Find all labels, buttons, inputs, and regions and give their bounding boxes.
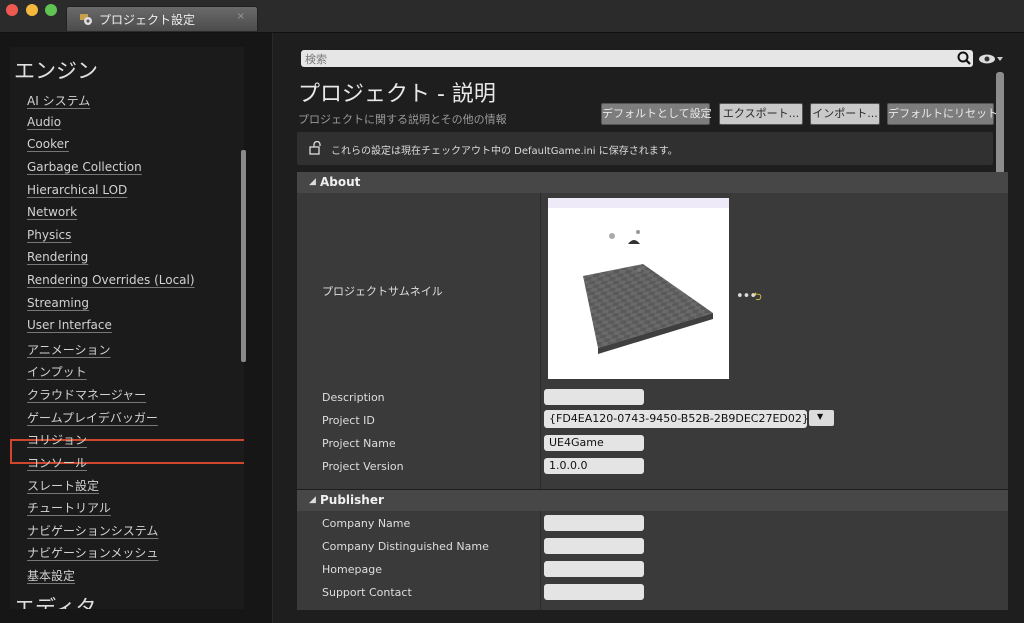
sidebar-item-ai-system[interactable]: AI システム (27, 92, 90, 109)
sidebar-list: エンジン AI システム Audio Cooker Garbage Collec… (10, 47, 244, 609)
homepage-field[interactable] (544, 561, 644, 577)
sidebar-item-input[interactable]: インプット (27, 363, 87, 380)
settings-gear-icon (80, 14, 92, 25)
sidebar-item-garbage-collection[interactable]: Garbage Collection (27, 160, 142, 174)
project-id-label: Project ID (322, 414, 375, 427)
settings-main-panel: 検索 プロジェクト - 説明 プロジェクトに関する説明とその他の情報 デフォルト… (273, 33, 1024, 623)
sidebar-item-physics[interactable]: Physics (27, 228, 71, 242)
reset-arrow-icon[interactable]: ⮌ (753, 288, 762, 307)
section-title-about: About (320, 175, 361, 189)
project-name-field[interactable]: UE4Game (544, 435, 644, 451)
sidebar-item-audio[interactable]: Audio (27, 115, 61, 129)
project-name-label: Project Name (322, 437, 396, 450)
view-options-eye-icon[interactable] (978, 52, 1004, 66)
company-name-label: Company Name (322, 517, 411, 530)
category-engine-heading: エンジン (14, 59, 98, 83)
search-icon[interactable] (957, 51, 971, 65)
notice-text: これらの設定は現在チェックアウト中の DefaultGame.ini に保存され… (331, 146, 678, 157)
project-id-dropdown[interactable]: ▼ (809, 410, 834, 426)
company-name-field[interactable] (544, 515, 644, 531)
description-label: Description (322, 391, 385, 404)
set-as-default-button[interactable]: デフォルトとして設定 (601, 103, 712, 125)
close-window-button[interactable] (6, 4, 18, 16)
tab-project-settings[interactable]: プロジェクト設定 × (66, 6, 258, 31)
search-input[interactable]: 検索 (301, 50, 973, 67)
sidebar-item-navigation-mesh[interactable]: ナビゲーションメッシュ (27, 544, 158, 561)
company-distinguished-name-label: Company Distinguished Name (322, 540, 489, 553)
sidebar-item-streaming[interactable]: Streaming (27, 296, 89, 310)
category-editor-heading: エディタ (14, 596, 97, 609)
page-subtitle: プロジェクトに関する説明とその他の情報 (298, 113, 507, 126)
sidebar-item-console[interactable]: コンソール (27, 454, 87, 471)
project-id-field[interactable]: {FD4EA120-0743-9450-B52B-2B9DEC27ED02} (544, 410, 809, 428)
page-title: プロジェクト - 説明 (298, 82, 496, 107)
sidebar-item-collision[interactable]: コリジョン (27, 431, 87, 448)
reset-to-default-button[interactable]: デフォルトにリセット (887, 103, 998, 125)
project-version-field[interactable]: 1.0.0.0 (544, 458, 644, 474)
thumbnail-label: プロジェクトサムネイル (322, 285, 443, 298)
project-thumbnail-image[interactable] (548, 198, 729, 379)
tab-label: プロジェクト設定 (99, 13, 196, 27)
import-button[interactable]: インポート... (810, 103, 880, 125)
sidebar-item-hierarchical-lod[interactable]: Hierarchical LOD (27, 183, 127, 197)
sidebar-item-cooker[interactable]: Cooker (27, 137, 69, 151)
section-title-publisher: Publisher (320, 493, 384, 507)
sidebar-item-rendering[interactable]: Rendering (27, 250, 88, 264)
project-version-label: Project Version (322, 460, 404, 473)
support-contact-label: Support Contact (322, 586, 412, 599)
unlock-icon (309, 141, 321, 155)
homepage-label: Homepage (322, 563, 382, 576)
sidebar-scrollbar[interactable] (241, 150, 246, 362)
export-button[interactable]: エクスポート... (719, 103, 803, 125)
about-properties-grid: プロジェクトサムネイル ••• ⮌ Description Project ID… (297, 193, 1008, 489)
column-divider[interactable] (540, 193, 541, 489)
sidebar-item-animation[interactable]: アニメーション (27, 341, 111, 358)
chevron-down-icon: ▼ (817, 412, 824, 421)
sidebar-item-gameplay-debugger[interactable]: ゲームプレイデバッガー (27, 409, 158, 426)
config-notice-bar: これらの設定は現在チェックアウト中の DefaultGame.ini に保存され… (297, 132, 993, 165)
column-divider[interactable] (540, 511, 541, 610)
section-header-publisher[interactable]: ◢ Publisher (297, 490, 1008, 511)
section-header-about[interactable]: ◢ About (297, 172, 1008, 193)
company-distinguished-name-field[interactable] (544, 538, 644, 554)
collapse-arrow-icon: ◢ (309, 495, 316, 505)
sidebar-item-tutorial[interactable]: チュートリアル (27, 499, 111, 516)
thumbnail-scene-icon (548, 198, 729, 354)
sidebar-item-navigation-system[interactable]: ナビゲーションシステム (27, 522, 158, 539)
sidebar-item-slate-settings[interactable]: スレート設定 (27, 477, 99, 494)
description-field[interactable] (544, 389, 644, 405)
title-bar: プロジェクト設定 × (0, 0, 1024, 33)
settings-sidebar: エンジン AI システム Audio Cooker Garbage Collec… (0, 33, 273, 623)
collapse-arrow-icon: ◢ (309, 177, 316, 187)
maximize-window-button[interactable] (45, 4, 57, 16)
sidebar-item-network[interactable]: Network (27, 205, 77, 219)
sidebar-item-general-settings[interactable]: 基本設定 (27, 567, 75, 584)
sidebar-item-user-interface[interactable]: User Interface (27, 318, 112, 332)
minimize-window-button[interactable] (26, 4, 38, 16)
sidebar-item-rendering-overrides[interactable]: Rendering Overrides (Local) (27, 273, 195, 287)
tab-close-icon[interactable]: × (237, 11, 245, 22)
support-contact-field[interactable] (544, 584, 644, 600)
search-placeholder: 検索 (305, 53, 327, 66)
publisher-properties-grid: Company Name Company Distinguished Name … (297, 511, 1008, 610)
sidebar-item-cloud-manager[interactable]: クラウドマネージャー (27, 386, 146, 403)
